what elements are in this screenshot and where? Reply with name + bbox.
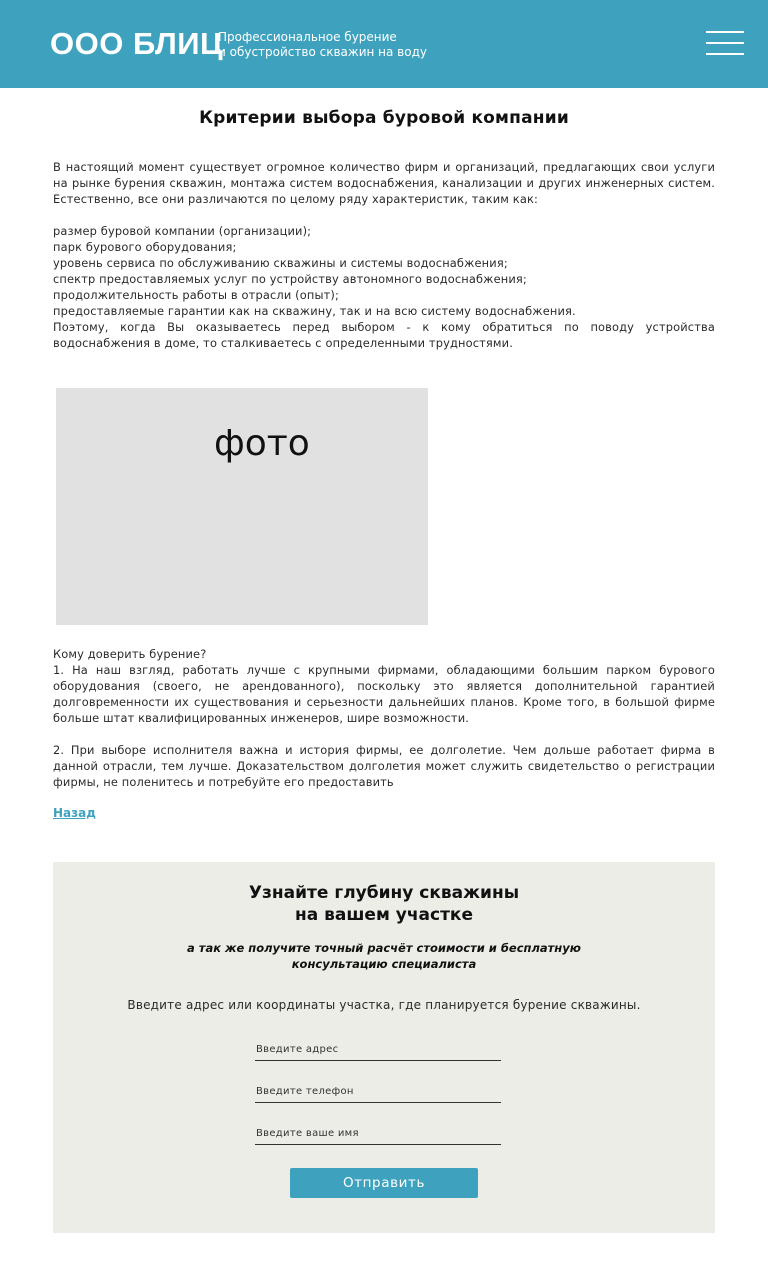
phone-field[interactable] bbox=[255, 1082, 501, 1103]
form-subtitle-line-1: а так же получите точный расчёт стоимост… bbox=[187, 941, 581, 955]
article-trust-block: Кому доверить бурение? 1. На наш взгляд,… bbox=[53, 646, 715, 790]
page-title: Критерии выбора буровой компании bbox=[199, 108, 569, 128]
submit-button[interactable]: Отправить bbox=[290, 1168, 478, 1198]
conclusion-paragraph: Поэтому, когда Вы оказываетесь перед выб… bbox=[53, 320, 715, 350]
form-hint: Введите адрес или координаты участка, гд… bbox=[127, 998, 641, 1012]
address-field[interactable] bbox=[255, 1040, 501, 1061]
company-tagline: Профессиональное бурение и обустройство … bbox=[218, 30, 427, 60]
intro-paragraph: В настоящий момент существует огромное к… bbox=[53, 160, 715, 206]
back-link[interactable]: Назад bbox=[53, 806, 96, 820]
depth-request-form: Узнайте глубину скважины на вашем участк… bbox=[53, 862, 715, 1233]
article-intro-block: В настоящий момент существует огромное к… bbox=[53, 159, 715, 351]
point-2-paragraph: 2. При выборе исполнителя важна и истори… bbox=[53, 743, 715, 789]
point-1-paragraph: 1. На наш взгляд, работать лучше с крупн… bbox=[53, 663, 715, 725]
form-title-line-2: на вашем участке bbox=[295, 905, 473, 925]
criteria-item: спектр предоставляемых услуг по устройст… bbox=[53, 272, 527, 286]
company-logo[interactable]: ООО БЛИЦ bbox=[50, 26, 223, 62]
menu-bar bbox=[706, 53, 744, 55]
criteria-item: парк бурового оборудования; bbox=[53, 240, 237, 254]
trust-question: Кому доверить бурение? bbox=[53, 647, 207, 661]
form-subtitle-line-2: консультацию специалиста bbox=[291, 957, 477, 971]
form-title: Узнайте глубину скважины на вашем участк… bbox=[53, 882, 715, 926]
form-title-line-1: Узнайте глубину скважины bbox=[248, 883, 520, 903]
hamburger-menu-icon[interactable] bbox=[706, 30, 744, 56]
menu-bar bbox=[706, 42, 744, 44]
form-subtitle: а так же получите точный расчёт стоимост… bbox=[53, 940, 715, 972]
name-field[interactable] bbox=[255, 1124, 501, 1145]
criteria-item: продолжительность работы в отрасли (опыт… bbox=[53, 288, 339, 302]
menu-bar bbox=[706, 31, 744, 33]
criteria-item: предоставляемые гарантии как на скважину… bbox=[53, 304, 576, 318]
tagline-line-2: и обустройство скважин на воду bbox=[218, 45, 427, 59]
criteria-list: размер буровой компании (организации); п… bbox=[53, 223, 715, 319]
criteria-item: размер буровой компании (организации); bbox=[53, 224, 312, 238]
photo-placeholder: фото bbox=[56, 388, 428, 625]
tagline-line-1: Профессиональное бурение bbox=[218, 30, 397, 44]
criteria-item: уровень сервиса по обслуживанию скважины… bbox=[53, 256, 508, 270]
site-header: ООО БЛИЦ Профессиональное бурение и обус… bbox=[0, 0, 768, 88]
photo-label: фото bbox=[214, 423, 310, 464]
